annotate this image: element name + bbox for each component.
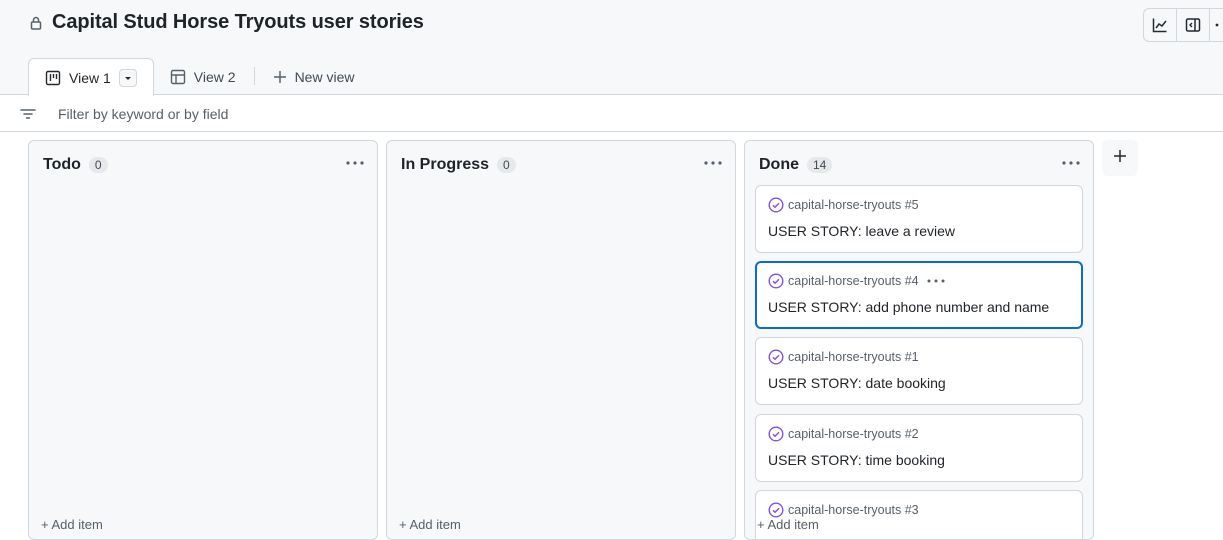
closed-issue-icon [768,502,784,518]
card-ref-text[interactable]: capital-horse-tryouts #3 [788,503,919,517]
item-card[interactable]: capital-horse-tryouts #3 [755,490,1083,539]
column-menu-icon[interactable] [345,155,365,171]
title-row: Capital Stud Horse Tryouts user stories [28,11,424,34]
page-title: Capital Stud Horse Tryouts user stories [52,11,424,33]
filter-input[interactable]: Filter by keyword or by field [58,106,228,122]
lock-icon [28,15,44,31]
more-icon[interactable] [1210,9,1223,41]
card-reference: capital-horse-tryouts #1 [768,349,919,365]
add-column-button[interactable] [1102,140,1138,176]
item-card[interactable]: capital-horse-tryouts #1 USER STORY: dat… [755,337,1083,405]
view-tabs: View 1 View 2 New view [28,58,371,96]
column-header: Done 14 [759,156,833,174]
board: Todo 0 + Add item In Progress 0 + Add it… [0,133,1223,540]
card-reference: capital-horse-tryouts #2 [768,426,919,442]
card-title[interactable]: USER STORY: date booking [768,375,946,391]
filter-icon[interactable] [20,106,36,122]
closed-issue-icon [768,197,784,213]
column-title: In Progress [401,156,490,173]
header-actions [1143,8,1223,42]
side-panel-icon[interactable] [1177,9,1210,41]
card-ref-text[interactable]: capital-horse-tryouts #2 [788,427,919,441]
plus-icon [273,70,287,84]
column-menu-icon[interactable] [703,155,723,171]
column-header: Todo 0 [43,156,108,174]
column-header: In Progress 0 [401,156,516,174]
card-ref-text[interactable]: capital-horse-tryouts #1 [788,350,919,364]
column-done: Done 14 capital-horse-tryouts #5 USER ST… [744,140,1094,540]
tab-view-2[interactable]: View 2 [154,58,252,95]
tab-divider [253,67,255,85]
project-header: Capital Stud Horse Tryouts user stories … [0,0,1223,96]
tab-view-1[interactable]: View 1 [28,58,154,96]
card-ref-text[interactable]: capital-horse-tryouts #5 [788,198,919,212]
card-title[interactable]: USER STORY: add phone number and name [768,299,1049,315]
column-title: Todo [43,156,81,173]
chevron-down-icon[interactable] [118,68,137,87]
column-count: 0 [497,157,516,173]
card-reference: capital-horse-tryouts #3 [768,502,919,518]
card-ref-text[interactable]: capital-horse-tryouts #4 [788,274,919,288]
closed-issue-icon [768,426,784,442]
tab-label: View 1 [69,69,111,86]
closed-issue-icon [768,273,784,289]
new-view-button[interactable]: New view [257,58,371,95]
item-card[interactable]: capital-horse-tryouts #4 USER STORY: add… [755,261,1083,329]
column-todo: Todo 0 + Add item [28,140,378,540]
column-count: 0 [88,157,108,173]
closed-issue-icon [768,349,784,365]
tab-label: View 2 [193,68,236,85]
card-menu-icon[interactable] [927,279,945,283]
card-reference: capital-horse-tryouts #4 [768,273,945,289]
card-title[interactable]: USER STORY: time booking [768,452,945,468]
card-reference: capital-horse-tryouts #5 [768,197,919,213]
board-icon [45,70,61,86]
insights-icon[interactable] [1144,9,1177,41]
item-card[interactable]: capital-horse-tryouts #2 USER STORY: tim… [755,414,1083,482]
plus-icon [1113,149,1127,168]
filter-bar[interactable]: Filter by keyword or by field [0,96,1223,132]
column-title: Done [759,156,799,173]
column-in-progress: In Progress 0 + Add item [386,140,736,540]
card-title[interactable]: USER STORY: leave a review [768,223,955,239]
table-icon [170,69,186,85]
column-count: 14 [807,157,833,173]
tab-label: New view [294,68,355,85]
column-menu-icon[interactable] [1061,155,1081,171]
item-card[interactable]: capital-horse-tryouts #5 USER STORY: lea… [755,185,1083,253]
